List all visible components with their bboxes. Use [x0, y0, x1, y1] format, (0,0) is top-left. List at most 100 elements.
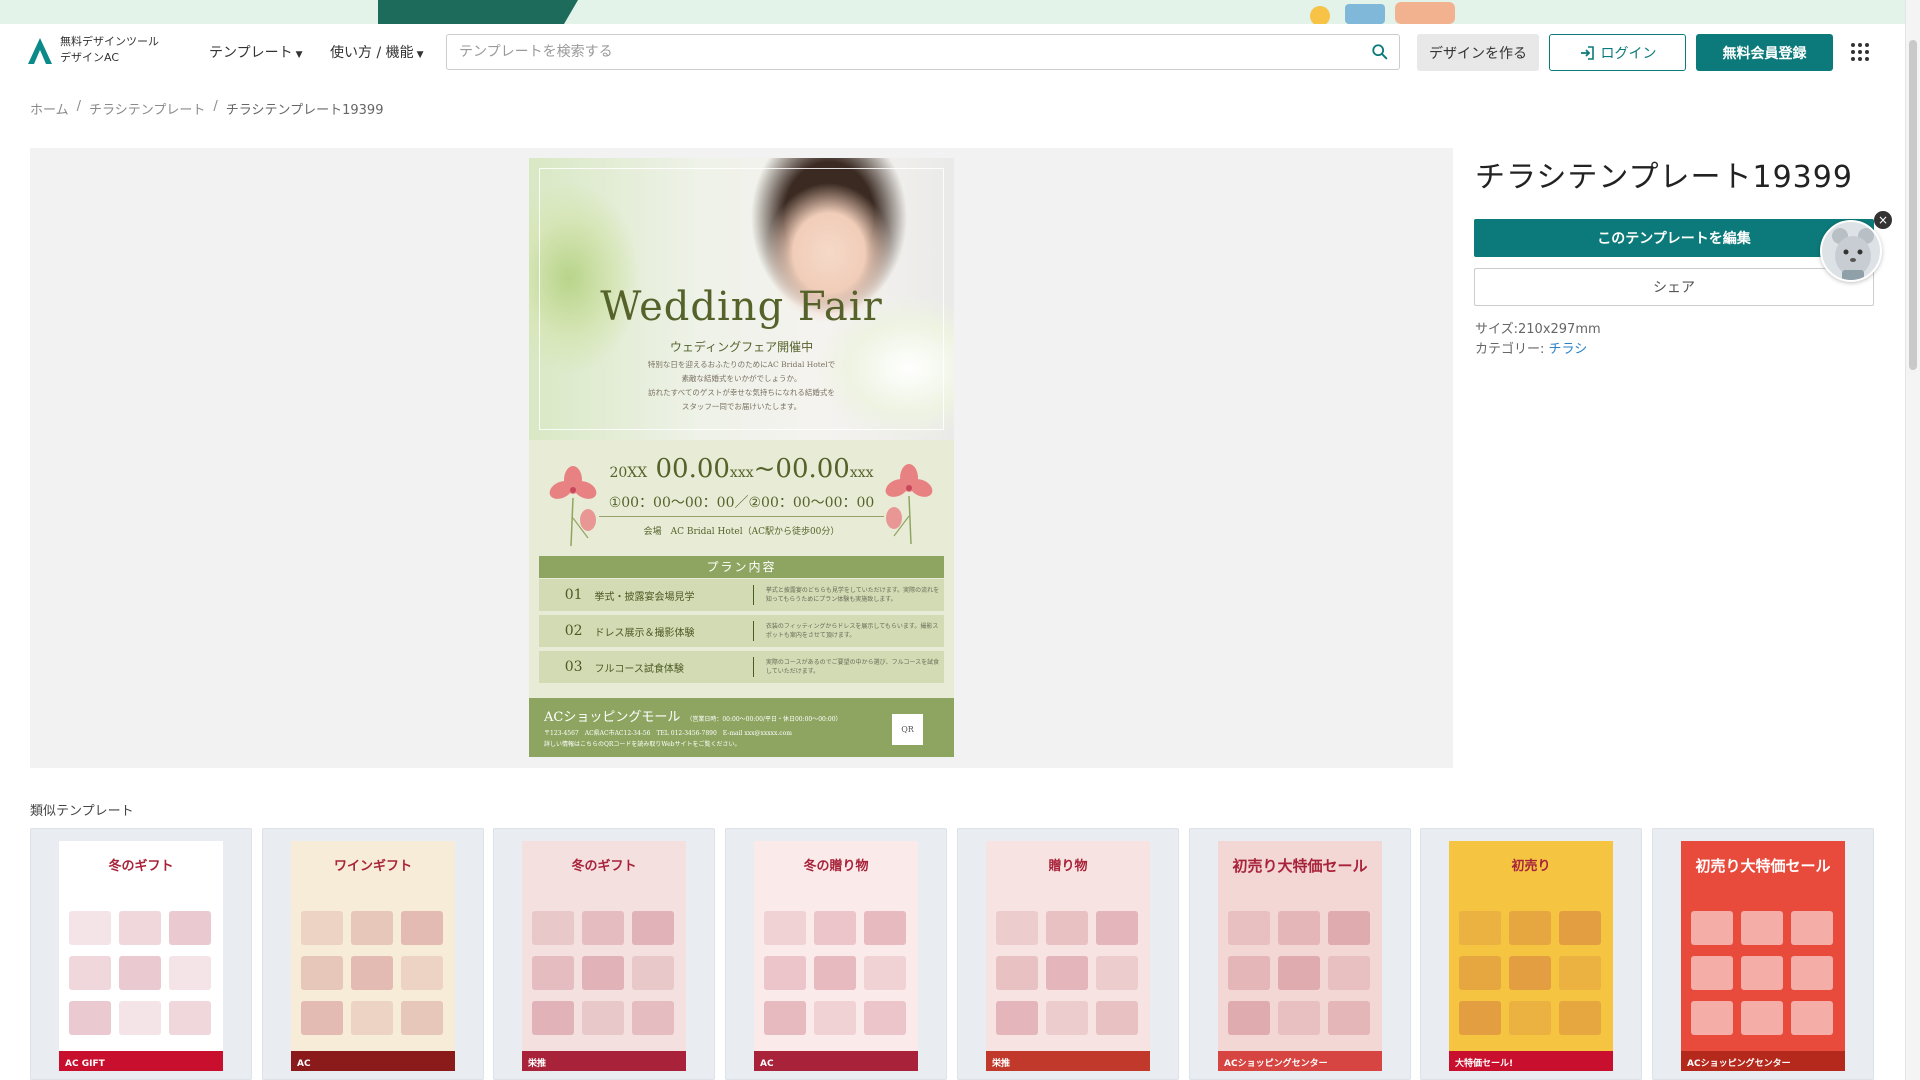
- flyer-body-line: 特別な日を迎えるおふたりのためにAC Bridal Hotelで: [647, 360, 836, 369]
- thumbnail-product-block: [1509, 1001, 1551, 1035]
- plan-heading: プラン内容: [539, 556, 944, 578]
- flyer-time: ①00：00〜00：00／②00：00〜00：00: [608, 495, 875, 511]
- thumbnail-heading: 初売り大特価セール: [1232, 857, 1368, 875]
- plan-desc: 挙式と披露宴のどちらも見学をしていただけます。実際の流れを知ってもらうためにプラ…: [765, 587, 940, 603]
- thumbnail-product-block: [1328, 1001, 1370, 1035]
- plan-row: 03 フルコース試食体験 実際のコースがあるのでご要望の中から選び、フルコースを…: [539, 651, 944, 684]
- thumbnail-product-block: [1691, 1001, 1733, 1035]
- scrollbar[interactable]: [1905, 0, 1920, 1080]
- thumbnail-product-block: [401, 1001, 443, 1035]
- similar-template-card[interactable]: 初売り大特価セール ACショッピングセンター: [1652, 828, 1874, 1080]
- plan-number: 03: [564, 659, 583, 675]
- thumbnail-footer: ACショッピングセンター: [1218, 1051, 1382, 1071]
- thumbnail-product-block: [632, 911, 674, 945]
- thumbnail-product-block: [1228, 911, 1270, 945]
- nav-how-to[interactable]: 使い方 / 機能 ▼: [330, 42, 424, 62]
- size-label: サイズ:: [1475, 322, 1518, 337]
- flyer-preview[interactable]: Wedding Fair ウェディングフェア開催中 特別な日を迎えるおふたりのた…: [529, 158, 954, 757]
- thumbnail-product-block: [351, 956, 393, 990]
- mall-name: ACショッピングモール （営業日時：00:00〜00:00/平日・休日00:00〜…: [544, 706, 842, 725]
- thumbnail-product-block: [1096, 956, 1138, 990]
- similar-template-card[interactable]: 初売り 大特価セール!: [1420, 828, 1642, 1080]
- similar-template-thumbnail: 贈り物 栄推: [986, 841, 1150, 1071]
- thumbnail-product-block: [401, 911, 443, 945]
- login-button[interactable]: ログイン: [1549, 34, 1686, 71]
- thumbnail-product-block: [996, 956, 1038, 990]
- similar-template-card[interactable]: 冬の贈り物 AC: [725, 828, 947, 1080]
- close-icon[interactable]: ×: [1874, 211, 1892, 229]
- thumbnail-product-block: [1046, 956, 1088, 990]
- thumbnail-product-block: [532, 1001, 574, 1035]
- promo-banner[interactable]: [0, 0, 1905, 24]
- site-logo[interactable]: 無料デザインツール デザインAC: [24, 34, 159, 66]
- share-button[interactable]: シェア: [1474, 268, 1874, 306]
- caret-down-icon: ▼: [295, 50, 303, 60]
- thumbnail-footer: ACショッピングセンター: [1681, 1051, 1845, 1071]
- similar-template-thumbnail: 初売り 大特価セール!: [1449, 841, 1613, 1071]
- thumbnail-product-block: [632, 1001, 674, 1035]
- caret-down-icon: ▼: [416, 50, 424, 60]
- breadcrumb-flyers[interactable]: チラシテンプレート: [89, 99, 205, 118]
- thumbnail-product-block: [582, 956, 624, 990]
- thumbnail-product-block: [1228, 956, 1270, 990]
- thumbnail-footer-text: AC GIFT: [65, 1059, 105, 1069]
- apps-grid-icon[interactable]: [1850, 42, 1870, 62]
- thumbnail-product-block: [1559, 956, 1601, 990]
- thumbnail-product-block: [169, 911, 211, 945]
- flyer-body: 特別な日を迎えるおふたりのためにAC Bridal Hotelで 素敵な結婚式を…: [529, 358, 954, 414]
- thumbnail-heading: 冬の贈り物: [803, 859, 869, 874]
- date-from: 00.00: [655, 454, 730, 484]
- plan-bar: [752, 585, 754, 605]
- nav-templates[interactable]: テンプレート ▼: [209, 42, 303, 62]
- thumbnail-product-block: [1741, 1001, 1783, 1035]
- scrollbar-thumb[interactable]: [1909, 40, 1917, 370]
- category-link[interactable]: チラシ: [1549, 342, 1588, 357]
- promo-illustration-icon: [1310, 2, 1455, 24]
- mascot-avatar[interactable]: [1820, 220, 1882, 282]
- logo-line-2: デザインAC: [60, 51, 120, 64]
- logo-mark-icon: [28, 38, 52, 64]
- thumbnail-product-block: [69, 956, 111, 990]
- logo-text: 無料デザインツール デザインAC: [60, 34, 159, 66]
- thumbnail-product-block: [1278, 911, 1320, 945]
- thumbnail-product-block: [1691, 956, 1733, 990]
- similar-template-thumbnail: 冬のギフト 栄推: [522, 841, 686, 1071]
- breadcrumb-separator: /: [76, 99, 82, 114]
- thumbnail-product-block: [996, 1001, 1038, 1035]
- thumbnail-footer-text: 栄推: [528, 1059, 547, 1069]
- thumbnail-product-block: [169, 1001, 211, 1035]
- similar-template-card[interactable]: 冬のギフト AC GIFT: [30, 828, 252, 1080]
- thumbnail-product-block: [1278, 1001, 1320, 1035]
- thumbnail-footer: AC: [291, 1051, 455, 1071]
- thumbnail-product-block: [1278, 956, 1320, 990]
- thumbnail-product-block: [814, 1001, 856, 1035]
- thumbnail-product-block: [301, 1001, 343, 1035]
- date-unit: xxx: [849, 465, 874, 481]
- thumbnail-footer-text: 栄推: [992, 1059, 1011, 1069]
- thumbnail-product-block: [401, 956, 443, 990]
- similar-template-card[interactable]: 初売り大特価セール ACショッピングセンター: [1189, 828, 1411, 1080]
- similar-template-card[interactable]: 贈り物 栄推: [957, 828, 1179, 1080]
- search-input[interactable]: [447, 35, 1347, 69]
- similar-template-thumbnail: ワインギフト AC: [291, 841, 455, 1071]
- thumbnail-footer-text: AC: [297, 1059, 311, 1069]
- similar-template-thumbnail: 冬のギフト AC GIFT: [59, 841, 223, 1071]
- thumbnail-product-block: [351, 911, 393, 945]
- thumbnail-product-block: [864, 1001, 906, 1035]
- thumbnail-product-block: [119, 1001, 161, 1035]
- similar-template-thumbnail: 初売り大特価セール ACショッピングセンター: [1218, 841, 1382, 1071]
- thumbnail-product-block: [1046, 1001, 1088, 1035]
- create-design-button[interactable]: デザインを作る: [1417, 34, 1539, 71]
- edit-template-button[interactable]: このテンプレートを編集: [1474, 219, 1874, 257]
- similar-template-card[interactable]: ワインギフト AC: [262, 828, 484, 1080]
- register-button[interactable]: 無料会員登録: [1696, 34, 1833, 71]
- thumbnail-product-block: [1509, 956, 1551, 990]
- template-title: チラシテンプレート19399: [1475, 160, 1853, 195]
- breadcrumb-home[interactable]: ホーム: [30, 99, 69, 118]
- similar-template-card[interactable]: 冬のギフト 栄推: [493, 828, 715, 1080]
- thumbnail-product-block: [1791, 1001, 1833, 1035]
- search-icon[interactable]: [1371, 43, 1389, 61]
- thumbnail-footer-text: AC: [760, 1059, 774, 1069]
- site-header: 無料デザインツール デザインAC テンプレート▼ 使い方 / 機能▼ デザインを…: [0, 24, 1905, 78]
- plan-label: 挙式・披露宴会場見学: [594, 591, 695, 603]
